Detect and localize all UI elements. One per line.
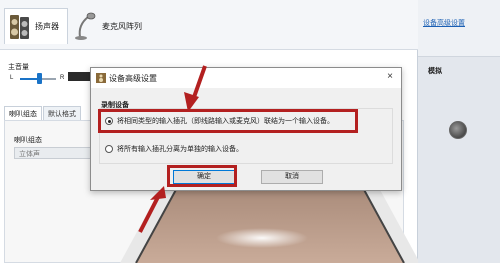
arrow-down-icon xyxy=(184,65,207,112)
annotation-arrows xyxy=(138,65,207,233)
arrow-up-icon xyxy=(138,186,166,233)
